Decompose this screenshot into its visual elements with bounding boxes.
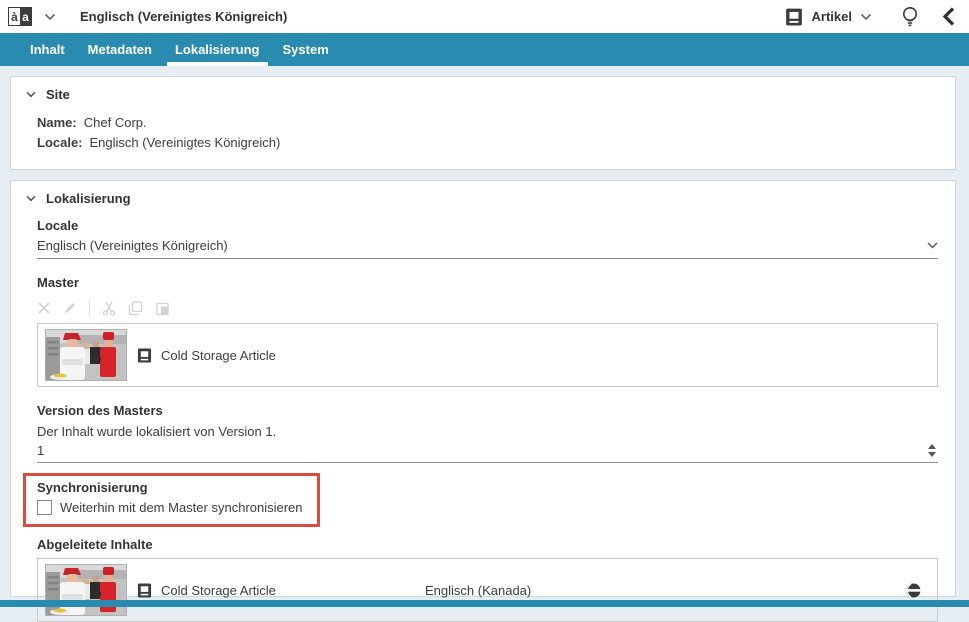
tab-inhalt[interactable]: Inhalt [22,33,73,66]
locale-dropdown-chevron-icon[interactable] [44,13,56,21]
translate-icon-left-glyph: à [9,8,20,25]
spinner-up-icon[interactable] [928,444,936,449]
site-panel-title: Site [46,87,70,102]
paste-button[interactable] [155,301,170,316]
scissors-icon [102,301,116,316]
copy-button[interactable] [128,301,143,316]
site-name-value: Chef Corp. [84,115,147,130]
derived-contents-label: Abgeleitete Inhalte [37,537,938,552]
content-type-label: Artikel [812,9,852,24]
copy-icon [128,301,143,316]
version-hint-text: Der Inhalt wurde lokalisiert von Version… [37,424,938,439]
version-value: 1 [37,443,44,458]
window-header: à a Englisch (Vereinigtes Königreich) Ar… [0,0,969,33]
tab-label: Inhalt [30,42,65,57]
localization-panel-header[interactable]: Lokalisierung [11,181,955,206]
content-type-chevron-icon [860,13,872,21]
collapse-back-button[interactable] [942,7,955,26]
derived-item-title: Cold Storage Article [161,583,425,598]
derived-item-locale: Englisch (Kanada) [425,583,531,598]
site-panel-header[interactable]: Site [11,77,955,102]
site-locale-label: Locale: [37,135,83,150]
tab-system[interactable]: System [275,33,337,66]
derived-thumbnail [45,564,127,616]
tab-lokalisierung[interactable]: Lokalisierung [167,33,268,66]
master-toolbar [37,299,938,317]
tab-label: Lokalisierung [175,42,260,57]
version-spinner-field[interactable]: 1 [37,439,938,463]
collapse-chevron-icon [26,91,36,98]
locale-field-label: Locale [37,218,938,233]
synchronization-label: Synchronisierung [37,480,303,495]
derived-item-row[interactable]: Cold Storage Article Englisch (Kanada) [37,558,938,622]
tab-label: System [283,42,329,57]
master-thumbnail [45,329,127,381]
site-locale-value: Englisch (Vereinigtes Königreich) [90,135,281,150]
locale-select[interactable]: Englisch (Vereinigtes Königreich) [37,233,938,259]
sync-checkbox-label: Weiterhin mit dem Master synchronisieren [60,500,303,515]
lightbulb-icon [900,6,920,28]
master-item-title: Cold Storage Article [161,348,276,363]
edit-button[interactable] [63,301,77,315]
globe-sync-status-icon [906,583,921,598]
article-type-icon [785,8,803,26]
toolbar-separator [89,301,90,315]
site-locale-row: Locale: Englisch (Vereinigtes Königreich) [37,135,955,150]
spinner-down-icon[interactable] [928,452,936,457]
cut-button[interactable] [102,301,116,316]
master-item-row[interactable]: Cold Storage Article [37,323,938,387]
article-type-icon [137,583,152,598]
pencil-icon [63,301,77,315]
sync-checkbox[interactable] [37,500,52,515]
tab-label: Metadaten [88,42,152,57]
translate-icon-right-glyph: a [20,8,31,25]
document-title: Englisch (Vereinigtes Königreich) [80,9,287,24]
remove-x-icon [37,301,51,315]
site-panel: Site Name: Chef Corp. Locale: Englisch (Ve… [10,76,956,170]
site-name-label: Name: [37,115,77,130]
locale-select-value: Englisch (Vereinigtes Königreich) [37,238,228,253]
localization-panel: Lokalisierung Locale Englisch (Vereinigt… [10,180,956,597]
synchronization-checkbox-row[interactable]: Weiterhin mit dem Master synchronisieren [37,500,303,515]
chevron-left-icon [942,7,955,26]
master-field-label: Master [37,275,938,290]
tab-metadaten[interactable]: Metadaten [80,33,160,66]
paste-icon [155,301,170,316]
synchronization-highlight-box: Synchronisierung Weiterhin mit dem Maste… [23,473,320,527]
hint-lightbulb-button[interactable] [900,6,920,28]
bottom-accent-bar [0,600,969,607]
version-field-label: Version des Masters [37,403,938,418]
chevron-down-icon [927,242,938,249]
article-type-icon [137,348,152,363]
document-tabbar: Inhalt Metadaten Lokalisierung System [0,33,969,66]
site-name-row: Name: Chef Corp. [37,115,955,130]
localization-panel-title: Lokalisierung [46,191,131,206]
collapse-chevron-icon [26,195,36,202]
remove-button[interactable] [37,301,51,315]
content-type-selector[interactable]: Artikel [775,8,872,26]
translate-icon: à a [8,7,32,26]
version-spinner-buttons[interactable] [928,444,938,457]
